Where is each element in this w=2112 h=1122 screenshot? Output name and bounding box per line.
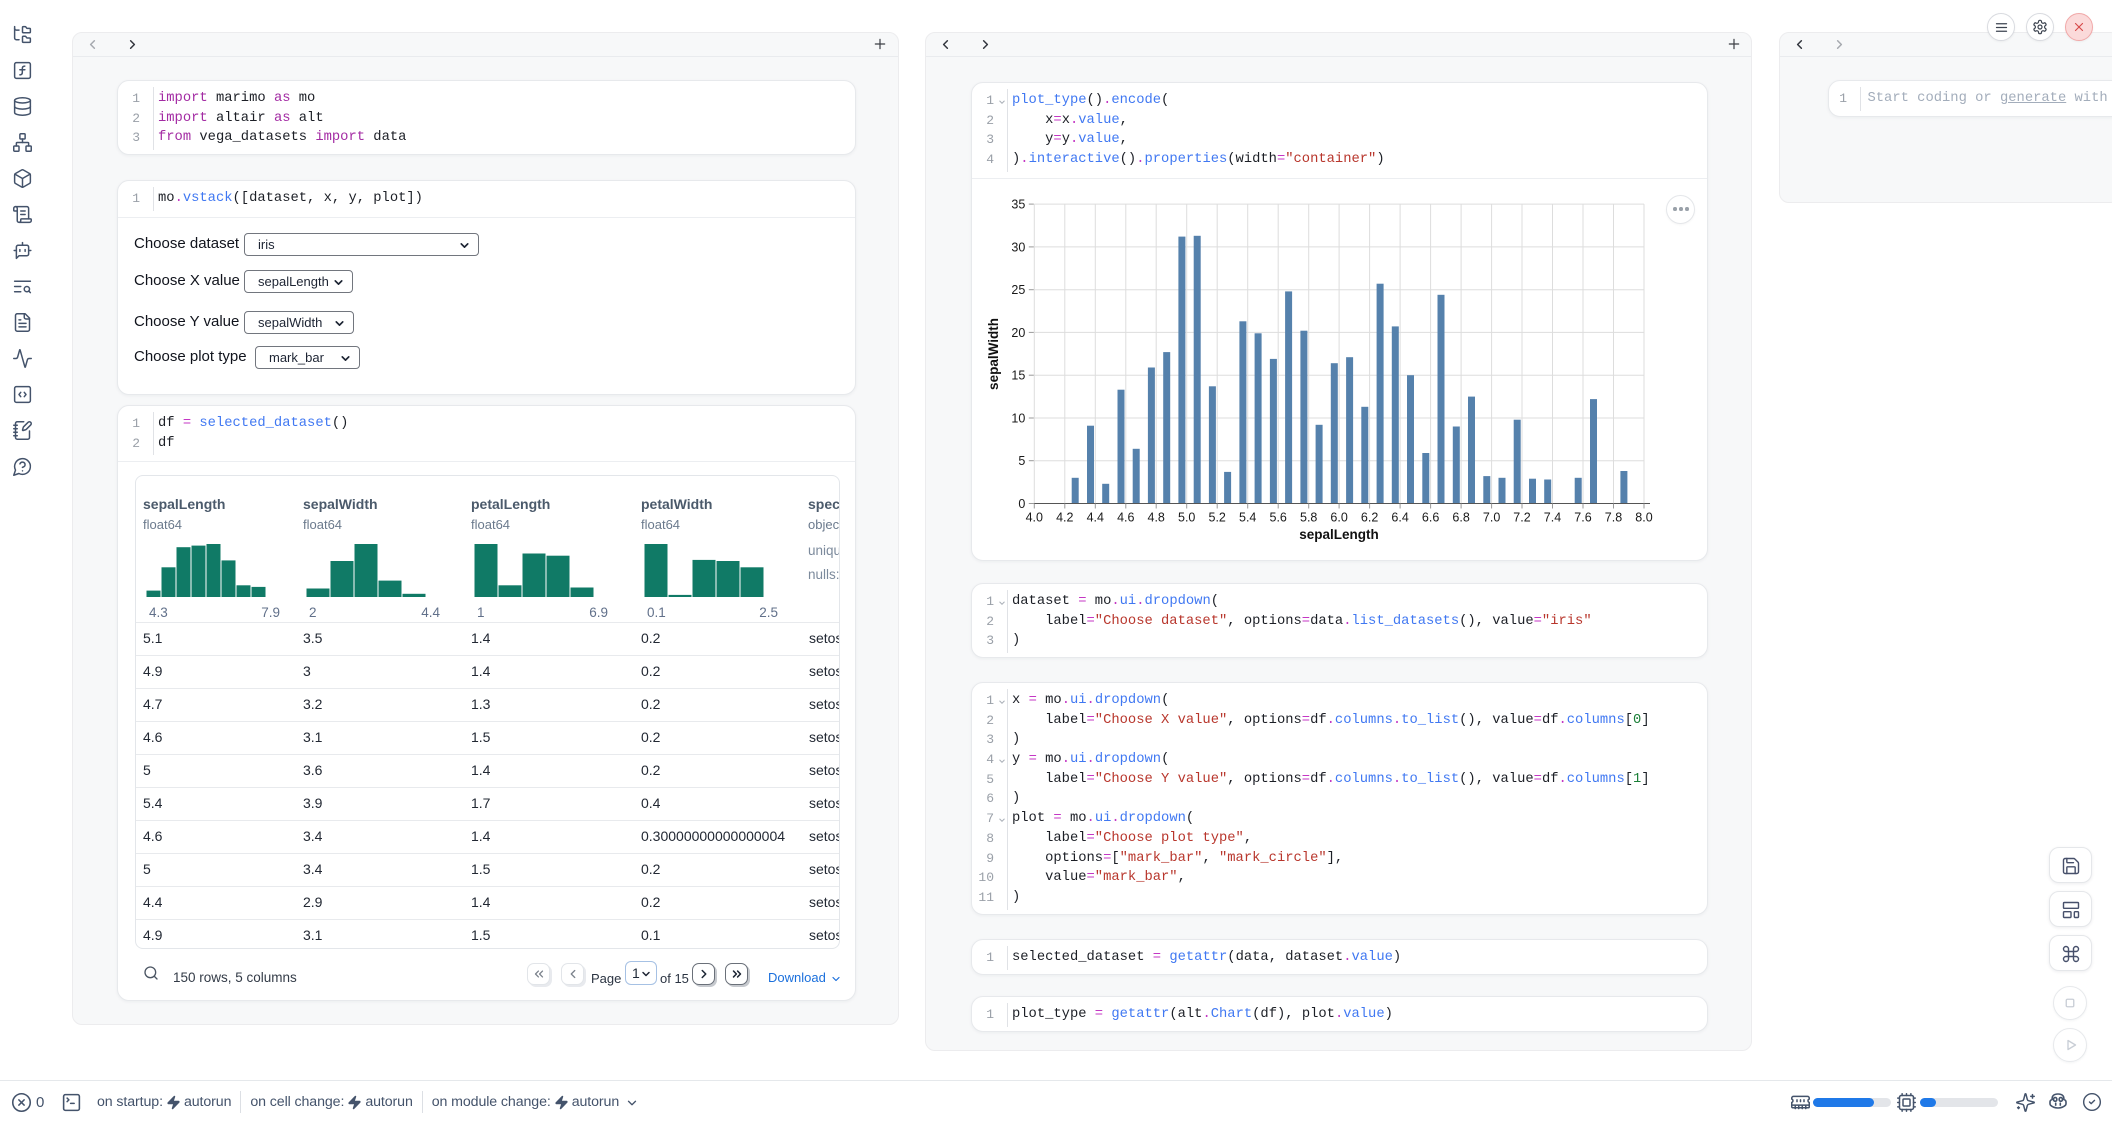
svg-text:4.0: 4.0 [1026, 510, 1043, 524]
svg-text:5.6: 5.6 [1270, 510, 1287, 524]
svg-text:6.2: 6.2 [1361, 510, 1378, 524]
svg-text:5.2: 5.2 [1209, 510, 1226, 524]
svg-text:5.8: 5.8 [1300, 510, 1317, 524]
svg-text:35: 35 [1011, 197, 1025, 211]
svg-text:7.8: 7.8 [1605, 510, 1622, 524]
svg-text:5: 5 [1018, 454, 1025, 468]
svg-text:8.0: 8.0 [1635, 510, 1652, 524]
svg-text:7.0: 7.0 [1483, 510, 1500, 524]
svg-text:4.4: 4.4 [1087, 510, 1104, 524]
svg-text:30: 30 [1011, 240, 1025, 254]
svg-text:7.2: 7.2 [1513, 510, 1530, 524]
svg-text:15: 15 [1011, 368, 1025, 382]
svg-text:7.6: 7.6 [1574, 510, 1591, 524]
svg-text:4.8: 4.8 [1148, 510, 1165, 524]
svg-text:20: 20 [1011, 325, 1025, 339]
svg-text:25: 25 [1011, 283, 1025, 297]
svg-text:6.8: 6.8 [1452, 510, 1469, 524]
svg-text:0: 0 [1018, 497, 1025, 511]
svg-text:6.4: 6.4 [1391, 510, 1408, 524]
svg-text:10: 10 [1011, 411, 1025, 425]
svg-text:7.4: 7.4 [1544, 510, 1561, 524]
svg-text:4.6: 4.6 [1117, 510, 1134, 524]
svg-text:6.0: 6.0 [1330, 510, 1347, 524]
svg-text:6.6: 6.6 [1422, 510, 1439, 524]
svg-text:sepalLength: sepalLength [1299, 527, 1379, 542]
svg-text:sepalWidth: sepalWidth [986, 318, 1001, 390]
svg-text:4.2: 4.2 [1056, 510, 1073, 524]
svg-text:5.0: 5.0 [1178, 510, 1195, 524]
svg-text:5.4: 5.4 [1239, 510, 1256, 524]
